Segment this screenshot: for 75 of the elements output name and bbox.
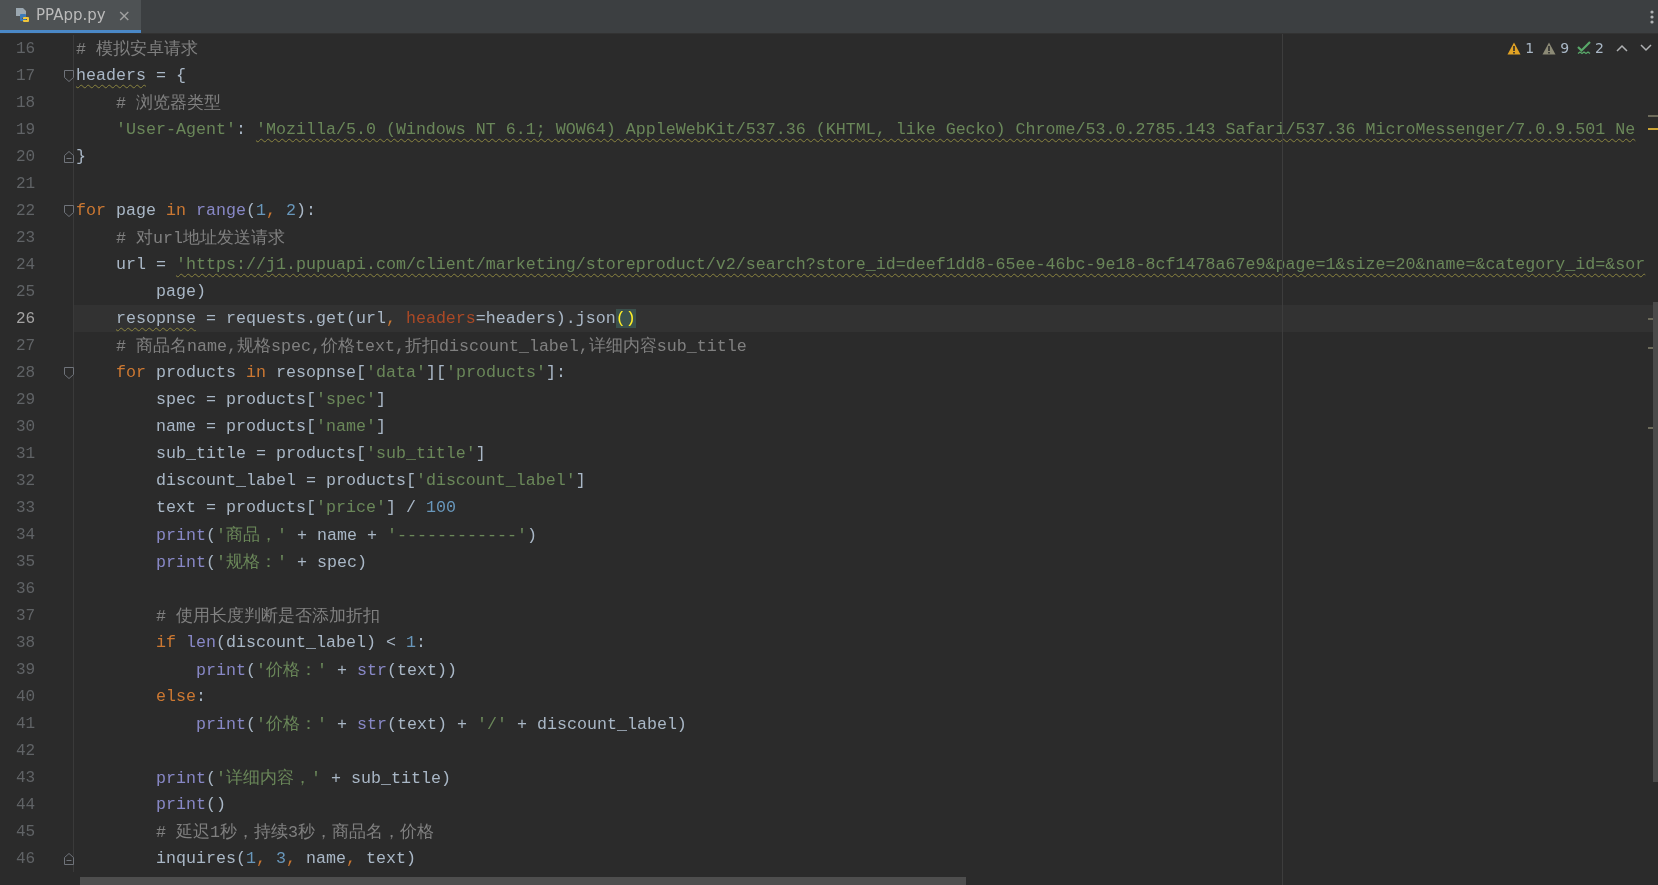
fold-icon[interactable] [64,150,74,163]
fold-icon[interactable] [64,852,74,865]
line-number: 42 [16,741,36,760]
code-line: 'User-Agent': 'Mozilla/5.0 (Windows NT 6.1; WOW64) AppleWebKit/537.36 (KHTML, like Gecko) Chrome/53.0.2785.143 Safari/537.36 MicroMessenger/7.0.9.501 Ne [116,120,1636,139]
line-number: 36 [16,579,36,598]
line-number: 38 [16,633,36,652]
fold-icon[interactable] [64,204,74,217]
line-number: 22 [16,201,36,220]
inspection-counter[interactable]: 2 [1577,40,1604,56]
line-number: 19 [16,120,36,139]
code-line: } [76,147,86,166]
line-number: 41 [16,714,36,733]
code-line: spec = products['spec'] [156,390,386,409]
code-line: resopnse = requests.get(url, headers=headers).json() [116,309,636,328]
code-line: for page in range(1, 2): [76,201,316,220]
line-number: 40 [16,687,36,706]
code-line: print('详细内容，' + sub_title) [156,767,451,789]
line-number: 17 [16,66,36,85]
line-number: 30 [16,417,36,436]
vertical-scrollbar[interactable] [1653,302,1658,782]
line-number: 24 [16,255,36,274]
line-number: 21 [16,174,36,193]
code-line: sub_title = products['sub_title'] [156,444,486,463]
fold-icon[interactable] [64,69,74,82]
code-line: print('价格：' + str(text)) [196,659,457,681]
code-line: # 浏览器类型 [116,92,221,114]
code-line: headers = { [76,66,186,85]
code-line: print('规格：' + spec) [156,551,367,573]
python-file-icon [14,7,30,23]
code-line: else: [156,687,206,706]
line-number: 29 [16,390,36,409]
code-line: print('商品，' + name + '------------') [156,524,537,546]
line-number: 27 [16,336,36,355]
line-number: 45 [16,822,36,841]
line-number: 37 [16,606,36,625]
line-number: 28 [16,363,36,382]
line-number: 39 [16,660,36,679]
line-number: 34 [16,525,36,544]
code-line: # 延迟1秒，持续3秒，商品名，价格 [156,821,434,843]
line-number: 43 [16,768,36,787]
inspection-counter[interactable]: 1 [1507,40,1535,56]
line-number: 44 [16,795,36,814]
chevron-down-icon[interactable] [1640,44,1652,52]
code-line: if len(discount_label) < 1: [156,633,426,652]
code-line: page) [156,282,206,301]
line-number: 32 [16,471,36,490]
line-number: 20 [16,147,36,166]
line-number: 18 [16,93,36,112]
code-line: for products in resopnse['data']['products']: [116,363,566,382]
line-number: 16 [16,39,36,58]
line-number: 35 [16,552,36,571]
code-line: print() [156,795,226,814]
line-number: 33 [16,498,36,517]
inspection-counter[interactable]: 9 [1542,40,1570,56]
check-icon [1577,41,1592,55]
code-line: url = 'https://j1.pupuapi.com/client/marketing/storeproduct/v2/search?store_id=deef1dd8-65ee-46bc-9e18-8cf1478a67e9&page=1&size=20&name=&category_id=&sor [116,255,1646,274]
line-number: 25 [16,282,36,301]
line-number: 31 [16,444,36,463]
code-line: discount_label = products['discount_label'] [156,471,586,490]
code-line: # 模拟安卓请求 [76,38,198,60]
chevron-up-icon[interactable] [1616,44,1628,52]
line-number: 46 [16,849,36,868]
code-line: text = products['price'] / 100 [156,498,456,517]
line-number: 23 [16,228,36,247]
code-line: name = products['name'] [156,417,386,436]
code-line: # 使用长度判断是否添加折扣 [156,605,380,627]
horizontal-scrollbar[interactable] [80,877,966,885]
more-icon[interactable] [1650,8,1654,25]
line-number: 26 [16,309,36,328]
fold-icon[interactable] [64,366,74,379]
code-line: print('价格：' + str(text) + '/' + discount_label) [196,713,687,735]
code-line: inquires(1, 3, name, text) [156,849,416,868]
file-tab[interactable]: PPApp.py × [0,0,141,33]
code-line: # 商品名name,规格spec,价格text,折扣discount_label,详细内容sub_title [116,335,747,357]
code-line: # 对url地址发送请求 [116,227,285,249]
